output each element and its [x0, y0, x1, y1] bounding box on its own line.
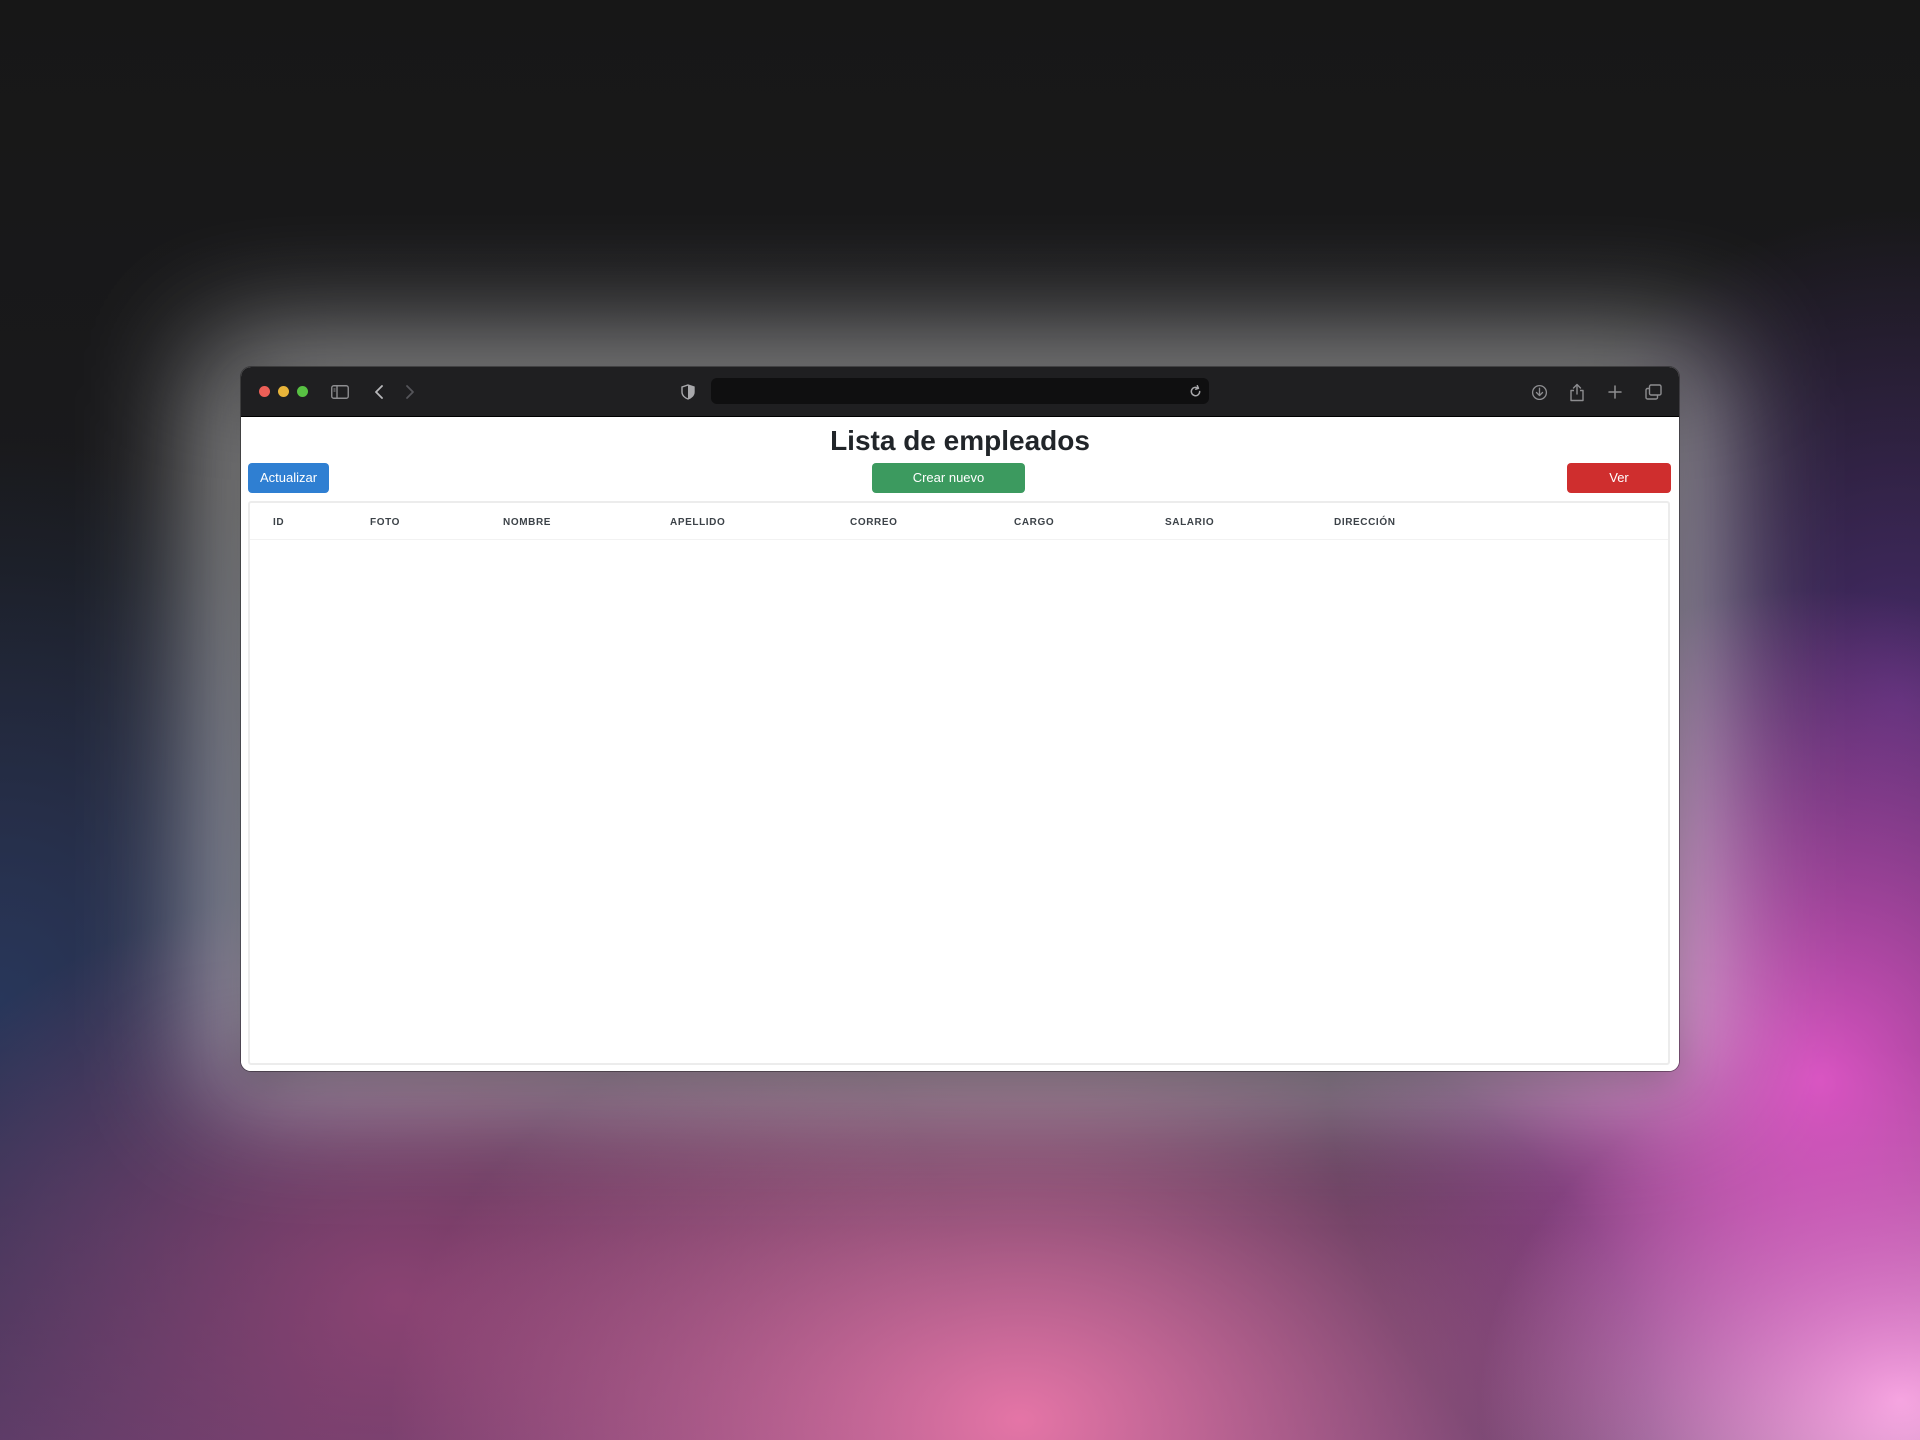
plus-icon[interactable]	[1605, 381, 1625, 403]
download-icon[interactable]	[1529, 381, 1549, 403]
share-icon[interactable]	[1567, 381, 1587, 403]
reload-icon[interactable]	[1185, 381, 1205, 401]
tab-overview-icon[interactable]	[1643, 381, 1663, 403]
employees-table: ID FOTO NOMBRE APELLIDO CORREO CARGO SAL…	[248, 501, 1670, 1065]
chevron-right-icon[interactable]	[402, 381, 418, 403]
column-header-id: ID	[273, 517, 285, 528]
minimize-window-button[interactable]	[278, 386, 289, 397]
browser-window: Lista de empleados Actualizar Crear nuev…	[241, 367, 1679, 1071]
chevron-left-icon[interactable]	[371, 381, 387, 403]
column-header-email: CORREO	[850, 517, 898, 528]
column-header-photo: FOTO	[370, 517, 400, 528]
desktop-background: Lista de empleados Actualizar Crear nuev…	[0, 0, 1920, 1440]
table-header-row: ID FOTO NOMBRE APELLIDO CORREO CARGO SAL…	[250, 503, 1668, 540]
column-header-first-name: NOMBRE	[503, 517, 552, 528]
address-bar[interactable]	[711, 378, 1209, 404]
page-content: Lista de empleados Actualizar Crear nuev…	[241, 417, 1679, 1071]
page-title: Lista de empleados	[830, 425, 1090, 456]
shield-icon[interactable]	[679, 381, 697, 403]
column-header-last-name: APELLIDO	[670, 517, 726, 528]
create-employee-button[interactable]: Crear nuevo empleado	[872, 463, 1025, 515]
view-products-button[interactable]: Ver productos	[1567, 463, 1671, 515]
column-header-position: CARGO	[1014, 517, 1055, 528]
zoom-window-button[interactable]	[297, 386, 308, 397]
refresh-button[interactable]: Actualizar	[248, 463, 329, 493]
close-window-button[interactable]	[259, 386, 270, 397]
column-header-address: DIRECCIÓN	[1334, 517, 1396, 528]
browser-toolbar	[241, 367, 1679, 417]
column-header-salary: SALARIO	[1165, 517, 1215, 528]
sidebar-icon[interactable]	[329, 381, 351, 403]
